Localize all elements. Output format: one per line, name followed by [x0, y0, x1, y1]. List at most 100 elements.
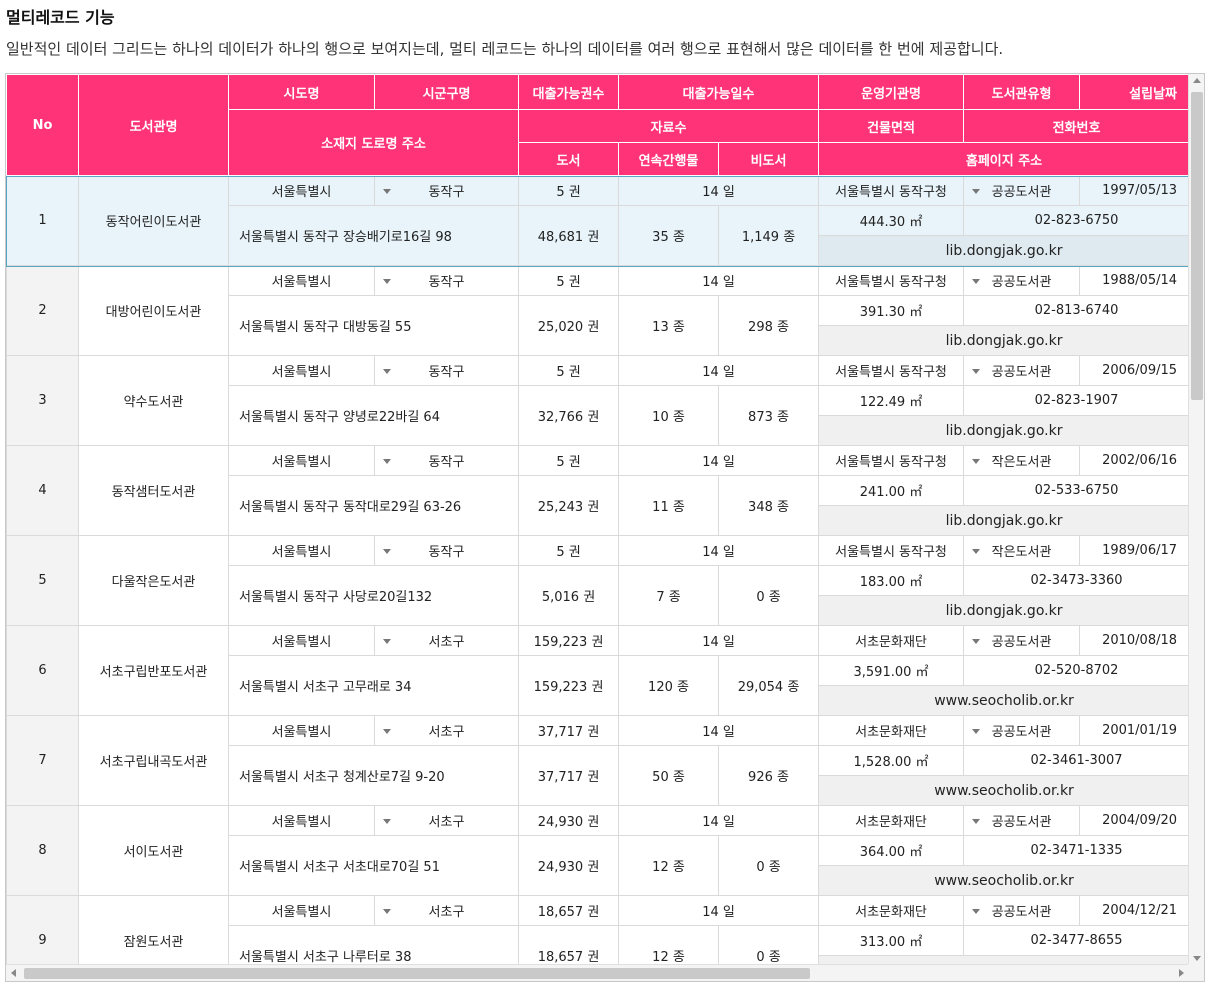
cell-loan-days[interactable]: 14 일 — [617, 445, 820, 476]
dropdown-caret-icon[interactable] — [972, 728, 981, 734]
dropdown-caret-icon[interactable] — [383, 188, 391, 194]
dropdown-caret-icon[interactable] — [972, 548, 981, 554]
dropdown-caret-icon[interactable] — [383, 278, 391, 284]
cell-library-name[interactable]: 서초구립내곡도서관 — [78, 715, 229, 806]
record-group[interactable]: 1 동작어린이도서관 서울특별시 동작구 5 권 14 일 서울특별시 동작구청 공공도서관 1… — [6, 175, 1191, 266]
cell-no[interactable]: 1 — [6, 175, 79, 266]
cell-no[interactable]: 3 — [6, 355, 79, 446]
dropdown-caret-icon[interactable] — [972, 188, 981, 194]
cell-phone[interactable]: 02-823-6750 — [963, 205, 1191, 236]
cell-library-name[interactable]: 서이도서관 — [78, 805, 229, 896]
cell-operator[interactable]: 서초문화재단 — [818, 895, 965, 926]
cell-sigungu-dropdown[interactable]: 서초구 — [374, 895, 519, 926]
horizontal-scroll-thumb[interactable] — [24, 968, 810, 979]
header-books[interactable]: 도서 — [518, 142, 619, 176]
cell-loan-days[interactable]: 14 일 — [617, 625, 820, 656]
header-sido[interactable]: 시도명 — [228, 74, 375, 110]
cell-nonbooks[interactable]: 926 종 — [717, 745, 820, 806]
cell-homepage[interactable]: lib.dongjak.go.kr — [818, 415, 1191, 446]
cell-area[interactable]: 1,528.00 ㎡ — [818, 745, 965, 776]
dropdown-caret-icon[interactable] — [972, 638, 981, 644]
cell-sigungu-dropdown[interactable]: 동작구 — [374, 535, 519, 566]
header-serials[interactable]: 연속간행물 — [618, 142, 719, 176]
cell-lib-type-dropdown[interactable]: 작은도서관 — [963, 535, 1081, 566]
cell-serials[interactable]: 50 종 — [618, 745, 719, 806]
cell-loan-books[interactable]: 5 권 — [518, 175, 619, 206]
header-operator[interactable]: 운영기관명 — [818, 74, 965, 110]
record-group[interactable]: 7 서초구립내곡도서관 서울특별시 서초구 37,717 권 14 일 서초문화재단 공공도서… — [6, 715, 1191, 806]
cell-sigungu-dropdown[interactable]: 서초구 — [374, 715, 519, 746]
record-group[interactable]: 4 동작샘터도서관 서울특별시 동작구 5 권 14 일 서울특별시 동작구청 작은도서관 20… — [6, 445, 1191, 536]
cell-library-name[interactable]: 서초구립반포도서관 — [78, 625, 229, 716]
dropdown-caret-icon[interactable] — [383, 548, 391, 554]
dropdown-caret-icon[interactable] — [972, 818, 981, 824]
vertical-scrollbar[interactable] — [1188, 74, 1204, 965]
cell-est-date[interactable]: 2006/09/15 — [1079, 355, 1191, 386]
cell-sido[interactable]: 서울특별시 — [228, 535, 375, 566]
cell-sido[interactable]: 서울특별시 — [228, 355, 375, 386]
dropdown-caret-icon[interactable] — [972, 278, 981, 284]
cell-sigungu-dropdown[interactable]: 동작구 — [374, 355, 519, 386]
cell-no[interactable]: 4 — [6, 445, 79, 536]
cell-nonbooks[interactable]: 29,054 종 — [717, 655, 820, 716]
cell-library-name[interactable]: 약수도서관 — [78, 355, 229, 446]
cell-area[interactable]: 391.30 ㎡ — [818, 295, 965, 326]
header-name[interactable]: 도서관명 — [78, 74, 229, 176]
cell-phone[interactable]: 02-520-8702 — [963, 655, 1191, 686]
cell-sigungu-dropdown[interactable]: 동작구 — [374, 175, 519, 206]
cell-loan-books[interactable]: 5 권 — [518, 535, 619, 566]
cell-phone[interactable]: 02-823-1907 — [963, 385, 1191, 416]
header-nonbooks[interactable]: 비도서 — [717, 142, 820, 176]
cell-books[interactable]: 25,020 권 — [518, 295, 619, 356]
cell-sido[interactable]: 서울특별시 — [228, 175, 375, 206]
cell-serials[interactable]: 120 종 — [618, 655, 719, 716]
cell-homepage[interactable]: lib.dongjak.go.kr — [818, 595, 1191, 626]
cell-nonbooks[interactable]: 0 종 — [717, 565, 820, 626]
cell-homepage[interactable]: lib.dongjak.go.kr — [818, 235, 1191, 266]
record-group[interactable]: 2 대방어린이도서관 서울특별시 동작구 5 권 14 일 서울특별시 동작구청 공공도서관 1… — [6, 265, 1191, 356]
cell-operator[interactable]: 서초문화재단 — [818, 805, 965, 836]
dropdown-caret-icon[interactable] — [972, 908, 981, 914]
dropdown-caret-icon[interactable] — [383, 458, 391, 464]
cell-lib-type-dropdown[interactable]: 작은도서관 — [963, 445, 1081, 476]
cell-est-date[interactable]: 2001/01/19 — [1079, 715, 1191, 746]
scroll-right-arrow-icon[interactable] — [1179, 969, 1184, 977]
scroll-up-arrow-icon[interactable] — [1193, 78, 1201, 83]
cell-sigungu-dropdown[interactable]: 동작구 — [374, 445, 519, 476]
cell-area[interactable]: 364.00 ㎡ — [818, 835, 965, 866]
cell-phone[interactable]: 02-3473-3360 — [963, 565, 1191, 596]
dropdown-caret-icon[interactable] — [383, 638, 391, 644]
cell-no[interactable]: 6 — [6, 625, 79, 716]
cell-sido[interactable]: 서울특별시 — [228, 445, 375, 476]
cell-operator[interactable]: 서초문화재단 — [818, 715, 965, 746]
cell-books[interactable]: 5,016 권 — [518, 565, 619, 626]
cell-lib-type-dropdown[interactable]: 공공도서관 — [963, 715, 1081, 746]
cell-lib-type-dropdown[interactable]: 공공도서관 — [963, 895, 1081, 926]
cell-homepage[interactable]: lib.dongjak.go.kr — [818, 505, 1191, 536]
cell-area[interactable]: 183.00 ㎡ — [818, 565, 965, 596]
cell-lib-type-dropdown[interactable]: 공공도서관 — [963, 175, 1081, 206]
cell-lib-type-dropdown[interactable]: 공공도서관 — [963, 355, 1081, 386]
cell-serials[interactable]: 10 종 — [618, 385, 719, 446]
cell-nonbooks[interactable]: 873 종 — [717, 385, 820, 446]
cell-nonbooks[interactable]: 298 종 — [717, 295, 820, 356]
cell-est-date[interactable]: 1989/06/17 — [1079, 535, 1191, 566]
cell-sigungu-dropdown[interactable]: 동작구 — [374, 265, 519, 296]
cell-sido[interactable]: 서울특별시 — [228, 265, 375, 296]
cell-library-name[interactable]: 동작샘터도서관 — [78, 445, 229, 536]
cell-no[interactable]: 8 — [6, 805, 79, 896]
cell-serials[interactable]: 12 종 — [618, 835, 719, 896]
cell-est-date[interactable]: 1988/05/14 — [1079, 265, 1191, 296]
cell-lib-type-dropdown[interactable]: 공공도서관 — [963, 805, 1081, 836]
cell-operator[interactable]: 서울특별시 동작구청 — [818, 265, 965, 296]
cell-books[interactable]: 24,930 권 — [518, 835, 619, 896]
record-group[interactable]: 8 서이도서관 서울특별시 서초구 24,930 권 14 일 서초문화재단 공공도서관 200… — [6, 805, 1191, 896]
cell-serials[interactable]: 35 종 — [618, 205, 719, 266]
record-group[interactable]: 3 약수도서관 서울특별시 동작구 5 권 14 일 서울특별시 동작구청 공공도서관 2006… — [6, 355, 1191, 446]
cell-phone[interactable]: 02-533-6750 — [963, 475, 1191, 506]
cell-serials[interactable]: 13 종 — [618, 295, 719, 356]
horizontal-scrollbar[interactable] — [6, 964, 1189, 981]
dropdown-caret-icon[interactable] — [383, 728, 391, 734]
cell-loan-books[interactable]: 24,930 권 — [518, 805, 619, 836]
cell-loan-days[interactable]: 14 일 — [617, 895, 820, 926]
